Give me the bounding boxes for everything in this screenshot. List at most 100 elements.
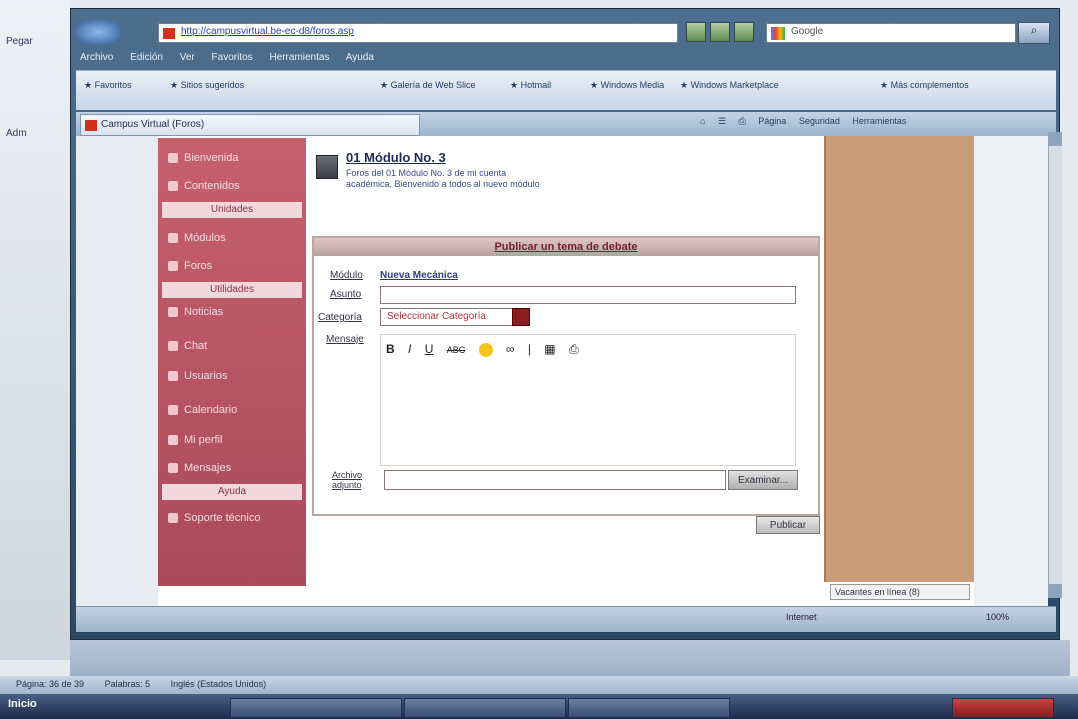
sidebar-item-chat[interactable]: Chat xyxy=(168,340,207,352)
sidebar-heading: Utilidades xyxy=(162,282,302,298)
sidebar-item-foros[interactable]: Foros xyxy=(168,260,212,272)
sidebar-item-mi-perfil[interactable]: Mi perfil xyxy=(168,434,223,446)
search-input[interactable]: Google xyxy=(766,23,1016,43)
word-page-count: Página: 36 de 39 xyxy=(16,679,85,689)
strikethrough-icon[interactable]: ABC xyxy=(447,345,466,355)
sidebar-item-noticias[interactable]: Noticias xyxy=(168,306,223,318)
separator: | xyxy=(527,342,531,356)
menu-item[interactable]: Favoritos xyxy=(212,52,253,63)
browse-button[interactable]: Examinar... xyxy=(728,470,798,490)
taskbar-clock[interactable] xyxy=(952,698,1054,718)
favorite-link[interactable]: ★ Galería de Web Slice xyxy=(380,80,475,91)
sidebar-item-bienvenida[interactable]: Bienvenida xyxy=(168,152,238,164)
profile-icon xyxy=(168,435,178,446)
star-icon: ★ xyxy=(170,80,179,90)
module-icon xyxy=(168,233,178,244)
popup-notice[interactable]: Vacantes en línea (8) xyxy=(830,584,970,600)
dropdown-arrow-icon[interactable] xyxy=(512,308,530,326)
search-placeholder: Google xyxy=(791,26,824,37)
menu-bar: Archivo Edición Ver Favoritos Herramient… xyxy=(80,52,420,68)
safety-menu[interactable]: Seguridad xyxy=(799,116,840,126)
page-right-margin xyxy=(974,136,1048,606)
categoria-label: Categoría xyxy=(318,312,362,323)
scroll-up-arrow-icon[interactable] xyxy=(1048,132,1062,146)
star-icon: ★ xyxy=(380,80,389,90)
favicon-icon xyxy=(163,28,175,39)
search-button[interactable]: ⌕ xyxy=(1018,22,1050,44)
vertical-scrollbar[interactable] xyxy=(1048,132,1062,598)
address-bar[interactable]: http://campusvirtual.be-ec-d8/foros.asp xyxy=(158,23,678,43)
sidebar-item-calendario[interactable]: Calendario xyxy=(168,404,237,416)
link-icon[interactable]: ∞ xyxy=(506,342,515,356)
scroll-down-arrow-icon[interactable] xyxy=(1048,584,1062,598)
print-icon[interactable]: ⎙ xyxy=(569,342,579,356)
browser-status-bar xyxy=(76,606,1056,632)
star-icon: ★ xyxy=(510,80,519,90)
menu-item[interactable]: Ver xyxy=(180,52,195,63)
menu-item[interactable]: Herramientas xyxy=(269,52,329,63)
page-left-margin xyxy=(76,136,158,606)
favorite-link[interactable]: ★ Más complementos xyxy=(880,80,969,91)
news-icon xyxy=(168,307,178,318)
bold-icon[interactable]: B xyxy=(386,342,395,356)
forum-icon xyxy=(168,261,178,272)
star-icon: ★ xyxy=(84,80,93,90)
refresh-icon[interactable] xyxy=(710,22,730,42)
sidebar-item-contenidos[interactable]: Contenidos xyxy=(168,180,240,192)
modulo-label: Módulo xyxy=(330,270,363,281)
menu-item[interactable]: Edición xyxy=(130,52,163,63)
tab-title: Campus Virtual (Foros) xyxy=(101,119,205,130)
sidebar-item-mensajes[interactable]: Mensajes xyxy=(168,462,231,474)
address-url: http://campusvirtual.be-ec-d8/foros.asp xyxy=(181,26,354,37)
smiley-icon[interactable] xyxy=(478,342,493,357)
compatibility-icon[interactable] xyxy=(686,22,706,42)
taskbar-item[interactable] xyxy=(404,698,566,718)
chat-icon xyxy=(168,341,178,352)
word-word-count: Palabras: 5 xyxy=(104,679,151,689)
calendar-icon xyxy=(168,405,178,416)
back-forward-buttons[interactable] xyxy=(76,20,120,44)
google-icon xyxy=(771,27,785,40)
modulo-value: Nueva Mecánica xyxy=(380,270,458,281)
tab-campus-virtual[interactable]: Campus Virtual (Foros) xyxy=(80,114,420,136)
italic-icon[interactable]: I xyxy=(408,342,411,356)
start-button[interactable]: Inicio xyxy=(8,698,98,716)
asunto-input[interactable] xyxy=(380,286,796,304)
command-bar: ⌂ ☰ ⎙ Página Seguridad Herramientas xyxy=(700,116,1050,134)
editor-toolbar: B I U ABC ∞ | ▦ ⎙ xyxy=(386,342,589,357)
book-icon xyxy=(168,181,178,192)
help-icon xyxy=(168,513,178,524)
sidebar-item-modulos[interactable]: Módulos xyxy=(168,232,226,244)
sidebar-item-usuarios[interactable]: Usuarios xyxy=(168,370,227,382)
publish-button[interactable]: Publicar xyxy=(756,516,820,534)
menu-item[interactable]: Ayuda xyxy=(346,52,374,63)
underline-icon[interactable]: U xyxy=(425,342,434,356)
sidebar-item-soporte[interactable]: Soporte técnico xyxy=(168,512,260,524)
word-tab-label[interactable]: Adm xyxy=(6,128,27,139)
image-icon[interactable]: ▦ xyxy=(544,342,555,356)
favorite-link[interactable]: ★ Windows Media xyxy=(590,80,664,91)
print-icon[interactable]: ⎙ xyxy=(739,116,746,126)
categoria-select[interactable]: Seleccionar Categoría xyxy=(380,308,520,326)
taskbar-item[interactable] xyxy=(568,698,730,718)
page-menu[interactable]: Página xyxy=(758,116,786,126)
word-language[interactable]: Inglés (Estados Unidos) xyxy=(171,679,267,689)
feeds-icon[interactable]: ☰ xyxy=(718,116,726,126)
favorites-button[interactable]: ★ Favoritos xyxy=(84,80,132,91)
module-title[interactable]: 01 Módulo No. 3 xyxy=(346,150,446,165)
favorite-link[interactable]: ★ Windows Marketplace xyxy=(680,80,779,91)
mensaje-label: Mensaje xyxy=(326,334,364,345)
home-icon[interactable]: ⌂ xyxy=(700,116,705,126)
favorite-link[interactable]: ★ Hotmail xyxy=(510,80,551,91)
home-icon xyxy=(168,153,178,164)
attachment-input[interactable] xyxy=(384,470,726,490)
taskbar-item[interactable] xyxy=(230,698,402,718)
zoom-level[interactable]: 100% xyxy=(986,612,1009,622)
navigation-icons[interactable] xyxy=(686,22,758,42)
tools-menu[interactable]: Herramientas xyxy=(852,116,906,126)
asunto-label: Asunto xyxy=(330,289,362,300)
menu-item[interactable]: Archivo xyxy=(80,52,113,63)
stop-icon[interactable] xyxy=(734,22,754,42)
paste-label[interactable]: Pegar xyxy=(6,36,33,47)
favorite-link[interactable]: ★ Sitios sugeridos xyxy=(170,80,244,91)
